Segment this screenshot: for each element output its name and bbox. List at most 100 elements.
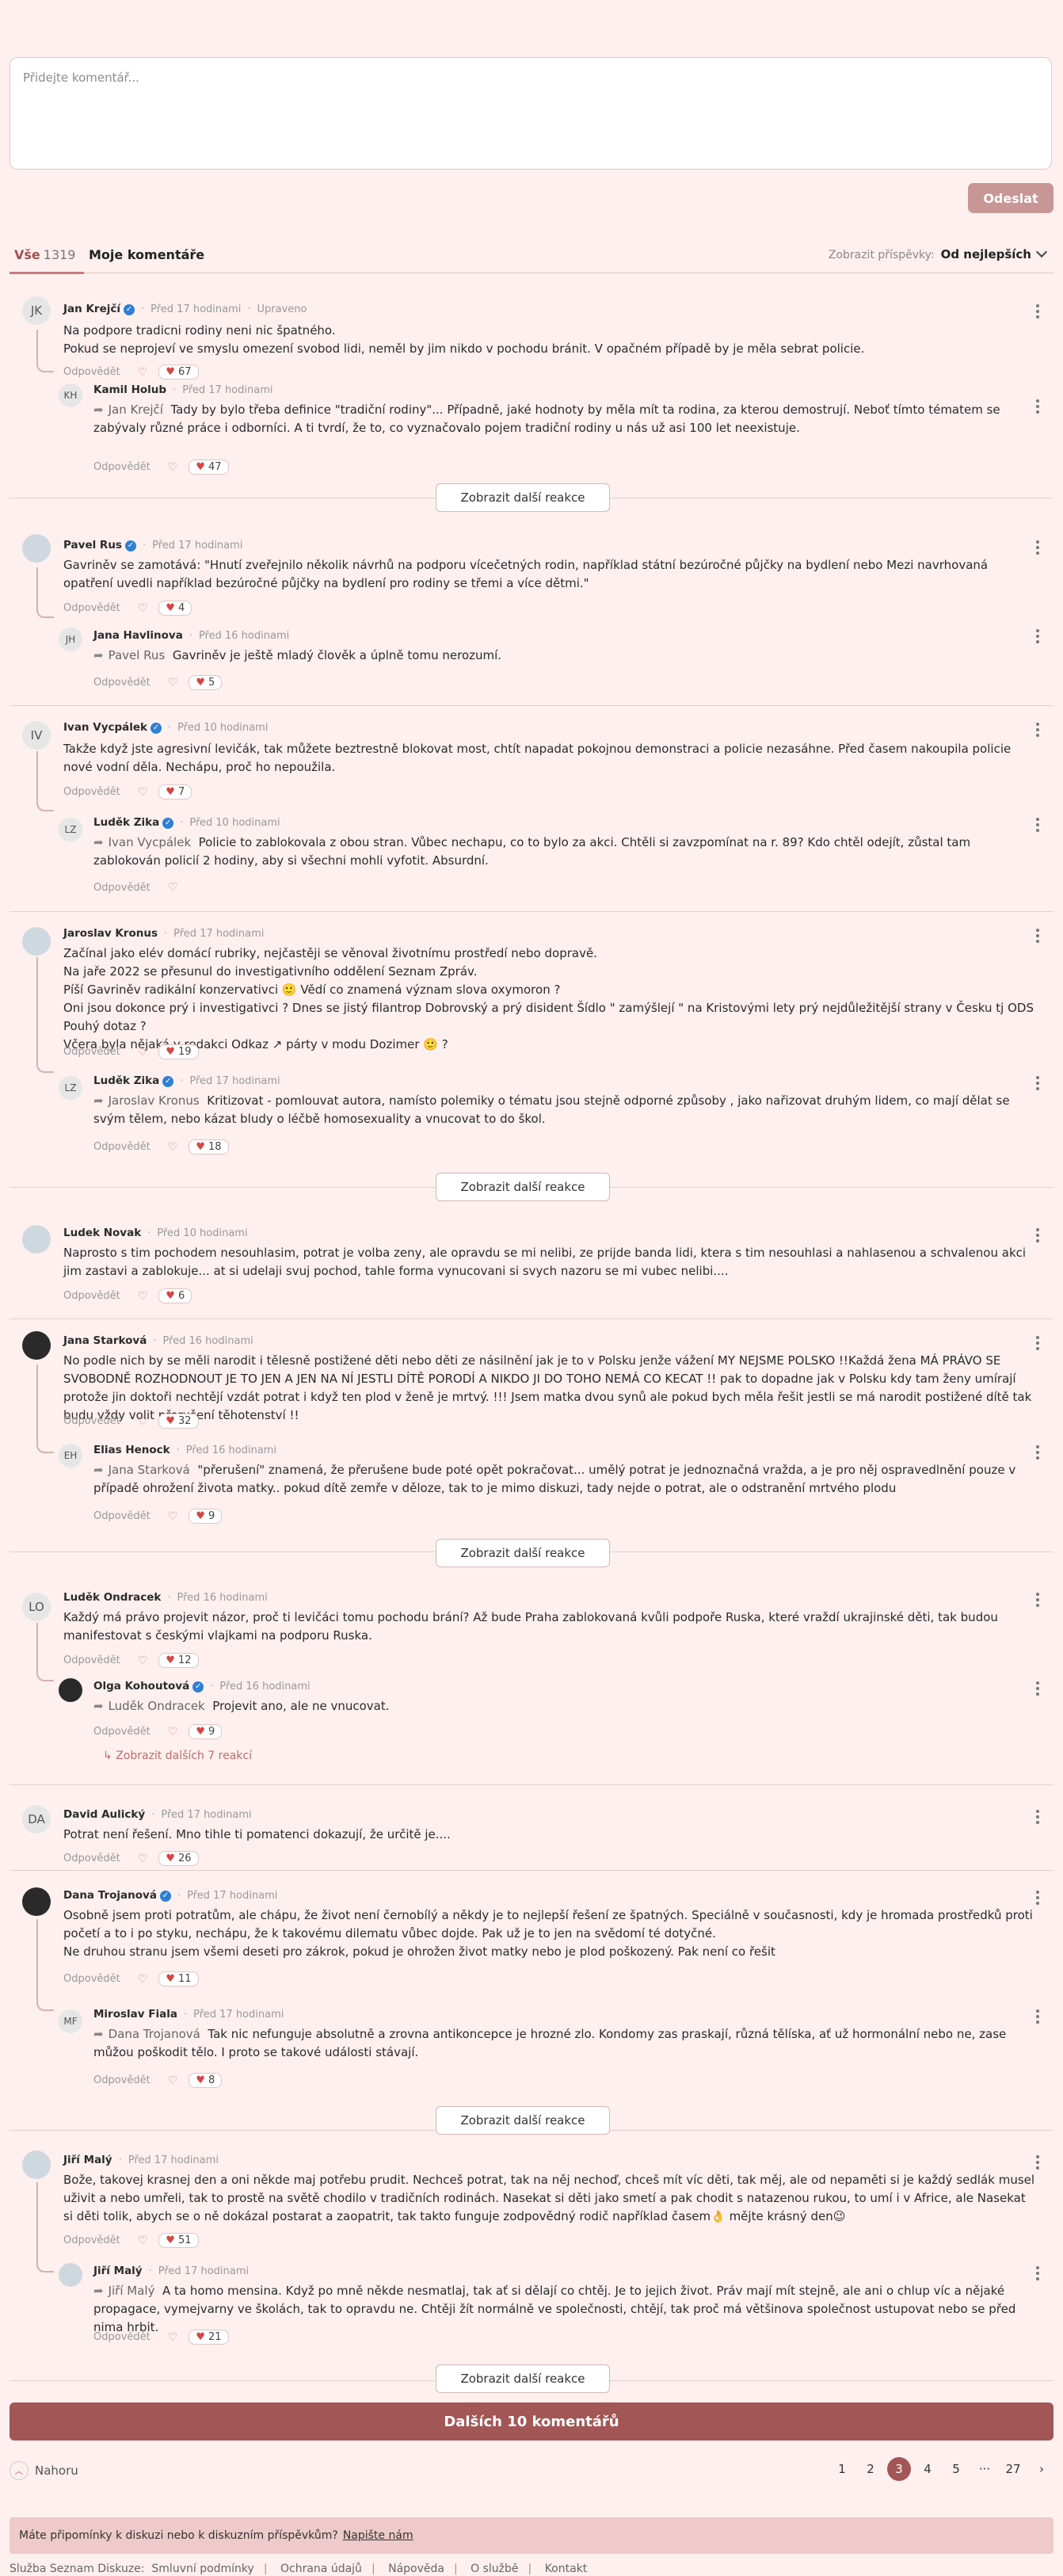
reaction-count[interactable]: ♥ 18 bbox=[189, 1139, 229, 1154]
show-more-reactions-button[interactable]: Zobrazit další reakce bbox=[436, 483, 610, 512]
reply-button[interactable]: Odpovědět bbox=[63, 1654, 120, 1666]
reply-button[interactable]: Odpovědět bbox=[93, 2331, 150, 2343]
show-more-reactions-button[interactable]: Zobrazit další reakce bbox=[436, 1539, 610, 1567]
reaction-count[interactable]: ♥ 9 bbox=[189, 1724, 223, 1739]
reaction-count[interactable]: ♥ 6 bbox=[158, 1288, 192, 1303]
more-options-icon[interactable] bbox=[1036, 2266, 1039, 2283]
author-name[interactable]: Pavel Rus bbox=[63, 539, 122, 551]
avatar[interactable] bbox=[22, 2150, 51, 2179]
reaction-count[interactable]: ♥ 21 bbox=[189, 2330, 229, 2345]
reaction-count[interactable]: ♥ 7 bbox=[158, 784, 192, 800]
like-icon[interactable]: ♡ bbox=[138, 1654, 148, 1667]
page-link[interactable]: 5 bbox=[944, 2457, 968, 2481]
author-name[interactable]: Jana Havlinova bbox=[93, 629, 183, 642]
author-name[interactable]: Kamil Holub bbox=[93, 384, 166, 396]
avatar[interactable]: EH bbox=[59, 1444, 82, 1467]
reply-button[interactable]: Odpovědět bbox=[93, 461, 150, 473]
like-icon[interactable]: ♡ bbox=[168, 461, 178, 474]
like-icon[interactable]: ♡ bbox=[168, 677, 178, 689]
author-name[interactable]: Jan Krejčí bbox=[63, 303, 120, 315]
tab-my-comments[interactable]: Moje komentáře bbox=[89, 247, 204, 262]
show-more-reactions-button[interactable]: Zobrazit další reakce bbox=[436, 2106, 610, 2135]
author-name[interactable]: Ludek Novak bbox=[63, 1227, 141, 1239]
more-options-icon[interactable] bbox=[1036, 1681, 1039, 1698]
more-options-icon[interactable] bbox=[1036, 540, 1039, 557]
chevron-right-icon[interactable]: › bbox=[1030, 2457, 1053, 2481]
load-more-comments-button[interactable]: Dalších 10 komentářů bbox=[10, 2402, 1053, 2441]
reaction-count[interactable]: ♥ 4 bbox=[158, 601, 192, 616]
reply-button[interactable]: Odpovědět bbox=[63, 786, 120, 798]
reaction-count[interactable]: ♥ 67 bbox=[158, 364, 199, 380]
feedback-link[interactable]: Napište nám bbox=[343, 2529, 413, 2542]
comment-input[interactable]: Přidejte komentář... bbox=[10, 57, 1052, 170]
reaction-count[interactable]: ♥ 26 bbox=[158, 1851, 199, 1866]
author-name[interactable]: Elias Henock bbox=[93, 1444, 170, 1456]
avatar[interactable]: LO bbox=[22, 1593, 51, 1621]
reaction-count[interactable]: ♥ 11 bbox=[158, 1971, 199, 1986]
avatar[interactable] bbox=[22, 1331, 51, 1360]
like-icon[interactable]: ♡ bbox=[138, 602, 148, 615]
back-to-top-link[interactable]: ︿ Nahoru bbox=[10, 2461, 78, 2480]
reply-button[interactable]: Odpovědět bbox=[63, 1290, 120, 1302]
reaction-count[interactable]: ♥ 12 bbox=[158, 1653, 199, 1668]
reply-button[interactable]: Odpovědět bbox=[63, 1973, 120, 1985]
more-options-icon[interactable] bbox=[1036, 723, 1039, 739]
reaction-count[interactable]: ♥ 5 bbox=[189, 675, 223, 690]
author-name[interactable]: Ivan Vycpálek bbox=[63, 721, 147, 734]
like-icon[interactable]: ♡ bbox=[168, 1141, 178, 1154]
more-options-icon[interactable] bbox=[1036, 1076, 1039, 1093]
footer-link[interactable]: Kontakt bbox=[545, 2563, 588, 2575]
like-icon[interactable]: ♡ bbox=[138, 366, 148, 379]
author-name[interactable]: Miroslav Fiala bbox=[93, 2008, 177, 2021]
footer-link[interactable]: O službě bbox=[471, 2563, 518, 2575]
more-options-icon[interactable] bbox=[1036, 929, 1039, 945]
reply-button[interactable]: Odpovědět bbox=[93, 677, 150, 689]
author-name[interactable]: Luděk Zika bbox=[93, 1074, 159, 1087]
page-link[interactable]: 27 bbox=[1001, 2457, 1025, 2481]
reply-button[interactable]: Odpovědět bbox=[93, 1510, 150, 1522]
reply-button[interactable]: Odpovědět bbox=[63, 366, 120, 378]
avatar[interactable]: LZ bbox=[59, 1076, 82, 1100]
author-name[interactable]: David Aulický bbox=[63, 1808, 145, 1821]
avatar[interactable]: IV bbox=[22, 721, 51, 750]
footer-link[interactable]: Nápověda bbox=[388, 2563, 444, 2575]
reply-reference[interactable]: Dana Trojanová bbox=[109, 2027, 200, 2041]
show-more-reactions-button[interactable]: Zobrazit další reakce bbox=[436, 2364, 610, 2393]
avatar[interactable] bbox=[59, 1678, 82, 1702]
more-options-icon[interactable] bbox=[1036, 399, 1039, 416]
send-button[interactable]: Odeslat bbox=[968, 183, 1053, 213]
avatar[interactable] bbox=[59, 2263, 82, 2287]
page-link[interactable]: 1 bbox=[830, 2457, 854, 2481]
like-icon[interactable]: ♡ bbox=[168, 1510, 178, 1523]
page-link-current[interactable]: 3 bbox=[887, 2457, 911, 2481]
footer-link[interactable]: Smluvní podmínky bbox=[151, 2563, 253, 2575]
more-options-icon[interactable] bbox=[1036, 629, 1039, 646]
reaction-count[interactable]: ♥ 19 bbox=[158, 1044, 199, 1059]
reply-button[interactable]: Odpovědět bbox=[93, 2074, 150, 2086]
sort-select[interactable]: Zobrazit příspěvky: Od nejlepších bbox=[829, 246, 1048, 261]
like-icon[interactable]: ♡ bbox=[138, 1046, 148, 1059]
more-options-icon[interactable] bbox=[1036, 2009, 1039, 2026]
like-icon[interactable]: ♡ bbox=[138, 786, 148, 799]
reply-reference[interactable]: Jaroslav Kronus bbox=[109, 1093, 200, 1108]
reply-reference[interactable]: Pavel Rus bbox=[109, 648, 166, 662]
reply-button[interactable]: Odpovědět bbox=[63, 1046, 120, 1058]
reaction-count[interactable]: ♥ 47 bbox=[189, 460, 229, 475]
reply-reference[interactable]: Jan Krejčí bbox=[109, 403, 163, 417]
author-name[interactable]: Dana Trojanová bbox=[63, 1889, 157, 1902]
reply-button[interactable]: Odpovědět bbox=[93, 1726, 150, 1738]
like-icon[interactable]: ♡ bbox=[168, 2074, 178, 2087]
show-more-replies-link[interactable]: ↳ Zobrazit dalších 7 reakcí bbox=[103, 1750, 252, 1762]
like-icon[interactable]: ♡ bbox=[138, 1973, 148, 1986]
like-icon[interactable]: ♡ bbox=[138, 1853, 148, 1865]
like-icon[interactable]: ♡ bbox=[168, 1726, 178, 1738]
reply-reference[interactable]: Jana Starková bbox=[109, 1463, 190, 1477]
avatar[interactable]: JK bbox=[22, 296, 51, 325]
reply-button[interactable]: Odpovědět bbox=[63, 1415, 120, 1427]
avatar[interactable]: LZ bbox=[59, 818, 82, 841]
reply-reference[interactable]: Jiří Malý bbox=[109, 2284, 155, 2298]
reaction-count[interactable]: ♥ 51 bbox=[158, 2233, 199, 2248]
avatar[interactable]: JH bbox=[59, 628, 82, 651]
tab-all[interactable]: Vše 1319 bbox=[14, 247, 75, 262]
avatar[interactable] bbox=[22, 1887, 51, 1916]
